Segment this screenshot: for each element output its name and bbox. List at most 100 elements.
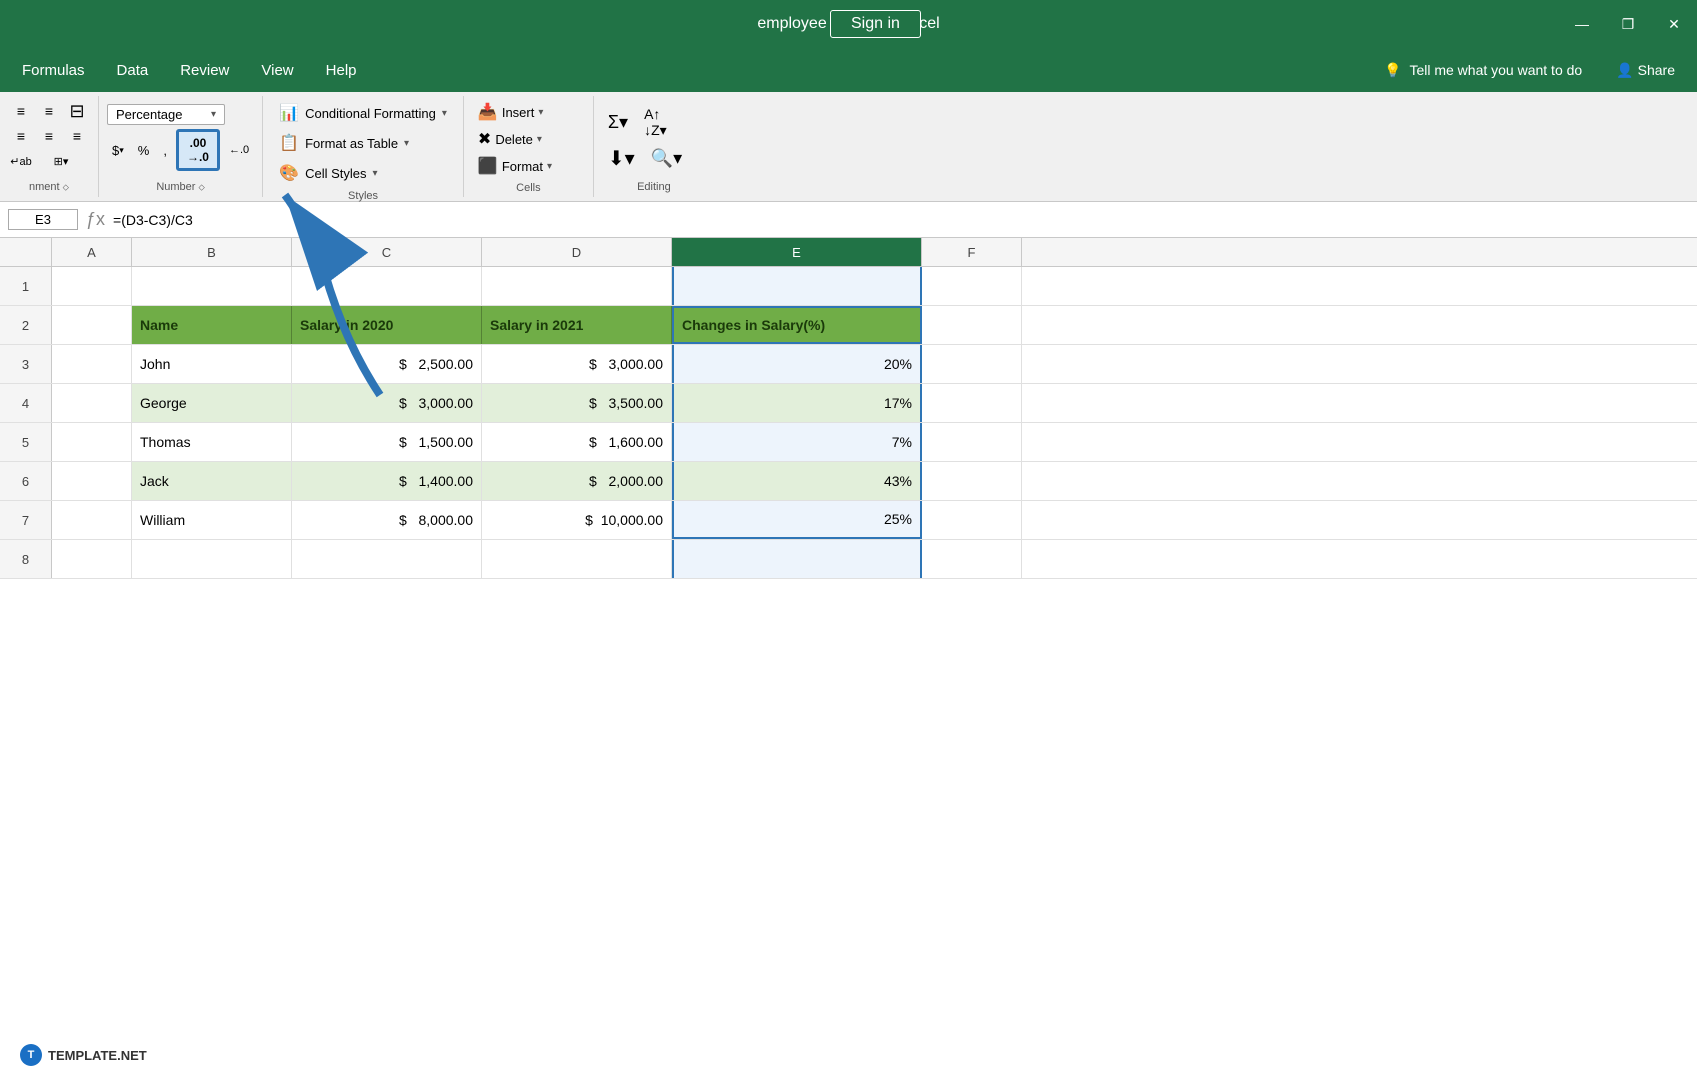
cell-e2[interactable]: Changes in Salary(%) bbox=[672, 306, 922, 344]
cell-f5[interactable] bbox=[922, 423, 1022, 461]
cell-f1[interactable] bbox=[922, 267, 1022, 305]
col-header-f[interactable]: F bbox=[922, 238, 1022, 266]
sum-btn[interactable]: Σ▾ bbox=[602, 110, 634, 135]
cell-b1[interactable] bbox=[132, 267, 292, 305]
col-header-c[interactable]: C bbox=[292, 238, 482, 266]
find-btn[interactable]: 🔍▾ bbox=[645, 146, 688, 171]
align-top-btn[interactable]: ≡ bbox=[8, 100, 34, 122]
row-header-7[interactable]: 7 bbox=[0, 501, 52, 539]
cell-f3[interactable] bbox=[922, 345, 1022, 383]
cell-e5[interactable]: 7% bbox=[672, 423, 922, 461]
number-format-dropdown[interactable]: Percentage ▾ bbox=[107, 104, 225, 125]
col-header-d[interactable]: D bbox=[482, 238, 672, 266]
cell-e8[interactable] bbox=[672, 540, 922, 578]
increase-decimal-btn[interactable]: ←.0 bbox=[224, 141, 254, 159]
comma-btn[interactable]: , bbox=[158, 140, 172, 161]
cell-b2[interactable]: Name bbox=[132, 306, 292, 344]
sort-btn[interactable]: A↑↓Z▾ bbox=[638, 104, 673, 141]
cell-b6[interactable]: Jack bbox=[132, 462, 292, 500]
menu-review[interactable]: Review bbox=[166, 56, 243, 85]
cell-a2[interactable] bbox=[52, 306, 132, 344]
cell-a3[interactable] bbox=[52, 345, 132, 383]
cell-reference-input[interactable] bbox=[8, 209, 78, 230]
fill-btn[interactable]: ⬇▾ bbox=[602, 144, 641, 173]
minimize-button[interactable]: — bbox=[1559, 0, 1605, 48]
row-header-6[interactable]: 6 bbox=[0, 462, 52, 500]
col-header-b[interactable]: B bbox=[132, 238, 292, 266]
percent-btn[interactable]: % bbox=[133, 140, 155, 161]
decrease-decimal-button[interactable]: .00 →.0 bbox=[176, 129, 220, 172]
cell-a6[interactable] bbox=[52, 462, 132, 500]
row-header-1[interactable]: 1 bbox=[0, 267, 52, 305]
cell-e7[interactable]: 25% bbox=[672, 501, 922, 539]
cell-c1[interactable] bbox=[292, 267, 482, 305]
row-header-5[interactable]: 5 bbox=[0, 423, 52, 461]
number-dialog-icon[interactable]: ⬦ bbox=[199, 182, 205, 192]
cell-c6[interactable]: $ 1,400.00 bbox=[292, 462, 482, 500]
cell-b7[interactable]: William bbox=[132, 501, 292, 539]
cell-c2[interactable]: Salary in 2020 bbox=[292, 306, 482, 344]
insert-btn[interactable]: 📥 Insert ▾ bbox=[472, 100, 585, 124]
menu-data[interactable]: Data bbox=[103, 56, 163, 85]
cell-f7[interactable] bbox=[922, 501, 1022, 539]
cell-a4[interactable] bbox=[52, 384, 132, 422]
cell-e3[interactable]: 20% bbox=[672, 345, 922, 383]
cell-d4[interactable]: $ 3,500.00 bbox=[482, 384, 672, 422]
cell-c8[interactable] bbox=[292, 540, 482, 578]
cell-c4[interactable]: $ 3,000.00 bbox=[292, 384, 482, 422]
cell-f2[interactable] bbox=[922, 306, 1022, 344]
dollar-btn[interactable]: $▾ bbox=[107, 140, 129, 161]
cell-a1[interactable] bbox=[52, 267, 132, 305]
cell-f8[interactable] bbox=[922, 540, 1022, 578]
merge-btn[interactable]: ⊞▾ bbox=[36, 150, 86, 172]
maximize-button[interactable]: ❐ bbox=[1605, 0, 1651, 48]
align-bottom-btn[interactable]: ⊟ bbox=[64, 100, 90, 122]
align-right-btn[interactable]: ≡ bbox=[64, 125, 90, 147]
sign-in-button[interactable]: Sign in bbox=[830, 10, 921, 38]
row-header-3[interactable]: 3 bbox=[0, 345, 52, 383]
cell-f4[interactable] bbox=[922, 384, 1022, 422]
cell-a5[interactable] bbox=[52, 423, 132, 461]
format-btn[interactable]: ⬛ Format ▾ bbox=[472, 154, 585, 178]
cell-d2[interactable]: Salary in 2021 bbox=[482, 306, 672, 344]
dialog-icon[interactable]: ⬦ bbox=[63, 182, 69, 192]
cell-c7[interactable]: $ 8,000.00 bbox=[292, 501, 482, 539]
cell-d1[interactable] bbox=[482, 267, 672, 305]
col-header-e[interactable]: E bbox=[672, 238, 922, 266]
cell-e6[interactable]: 43% bbox=[672, 462, 922, 500]
format-as-table-btn[interactable]: 📋 Format as Table ▾ bbox=[271, 130, 455, 156]
cell-a7[interactable] bbox=[52, 501, 132, 539]
conditional-formatting-btn[interactable]: 📊 Conditional Formatting ▾ bbox=[271, 100, 455, 126]
cell-d3[interactable]: $ 3,000.00 bbox=[482, 345, 672, 383]
col-header-a[interactable]: A bbox=[52, 238, 132, 266]
cell-d6[interactable]: $ 2,000.00 bbox=[482, 462, 672, 500]
delete-btn[interactable]: ✖ Delete ▾ bbox=[472, 127, 585, 151]
align-middle-btn[interactable]: ≡ bbox=[36, 100, 62, 122]
cell-b3[interactable]: John bbox=[132, 345, 292, 383]
menu-view[interactable]: View bbox=[247, 56, 307, 85]
cell-a8[interactable] bbox=[52, 540, 132, 578]
cell-c5[interactable]: $ 1,500.00 bbox=[292, 423, 482, 461]
wrap-text-btn[interactable]: ↵ab bbox=[8, 150, 34, 172]
row-header-4[interactable]: 4 bbox=[0, 384, 52, 422]
cell-d7[interactable]: $ 10,000.00 bbox=[482, 501, 672, 539]
cell-e4[interactable]: 17% bbox=[672, 384, 922, 422]
tell-me-text[interactable]: Tell me what you want to do bbox=[1409, 62, 1582, 78]
cell-b4[interactable]: George bbox=[132, 384, 292, 422]
cell-b5[interactable]: Thomas bbox=[132, 423, 292, 461]
row-header-2[interactable]: 2 bbox=[0, 306, 52, 344]
row-header-8[interactable]: 8 bbox=[0, 540, 52, 578]
cell-d5[interactable]: $ 1,600.00 bbox=[482, 423, 672, 461]
menu-help[interactable]: Help bbox=[312, 56, 371, 85]
cell-c3[interactable]: $ 2,500.00 bbox=[292, 345, 482, 383]
cell-styles-btn[interactable]: 🎨 Cell Styles ▾ bbox=[271, 160, 455, 186]
close-button[interactable]: ✕ bbox=[1651, 0, 1697, 48]
share-button[interactable]: 👤 Share bbox=[1602, 58, 1689, 83]
cell-b8[interactable] bbox=[132, 540, 292, 578]
cell-e1[interactable] bbox=[672, 267, 922, 305]
align-left-btn[interactable]: ≡ bbox=[8, 125, 34, 147]
menu-formulas[interactable]: Formulas bbox=[8, 56, 99, 85]
align-center-btn[interactable]: ≡ bbox=[36, 125, 62, 147]
cell-d8[interactable] bbox=[482, 540, 672, 578]
cell-f6[interactable] bbox=[922, 462, 1022, 500]
